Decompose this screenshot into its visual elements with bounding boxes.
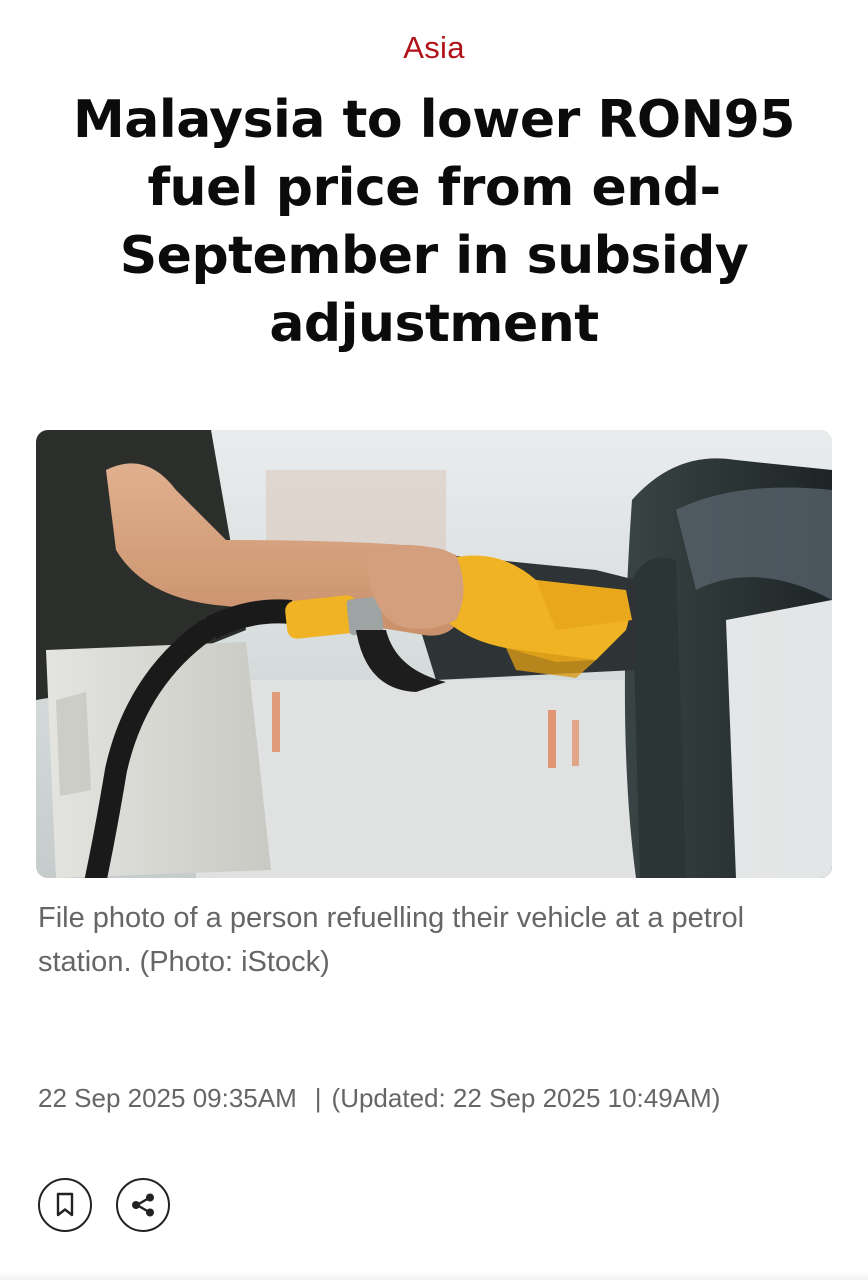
- bookmark-icon: [56, 1192, 74, 1217]
- share-button[interactable]: [116, 1178, 170, 1232]
- published-date: 22 Sep 2025 09:35AM: [38, 1083, 297, 1113]
- article-timestamps: 22 Sep 2025 09:35AM | (Updated: 22 Sep 202…: [38, 1083, 838, 1114]
- bookmark-button[interactable]: [38, 1178, 92, 1232]
- article-actions: [38, 1178, 170, 1232]
- image-caption: File photo of a person refuelling their …: [38, 902, 745, 978]
- refuelling-photo: [36, 430, 832, 878]
- article-hero-image: [36, 430, 832, 878]
- article-headline: Malaysia to lower RON95 fuel price from …: [73, 90, 795, 354]
- share-icon: [132, 1193, 154, 1217]
- updated-date: (Updated: 22 Sep 2025 10:49AM): [331, 1083, 721, 1113]
- section-label-asia[interactable]: Asia: [0, 30, 868, 66]
- timestamp-separator: |: [314, 1083, 322, 1113]
- bottom-edge-shade: [0, 1272, 868, 1280]
